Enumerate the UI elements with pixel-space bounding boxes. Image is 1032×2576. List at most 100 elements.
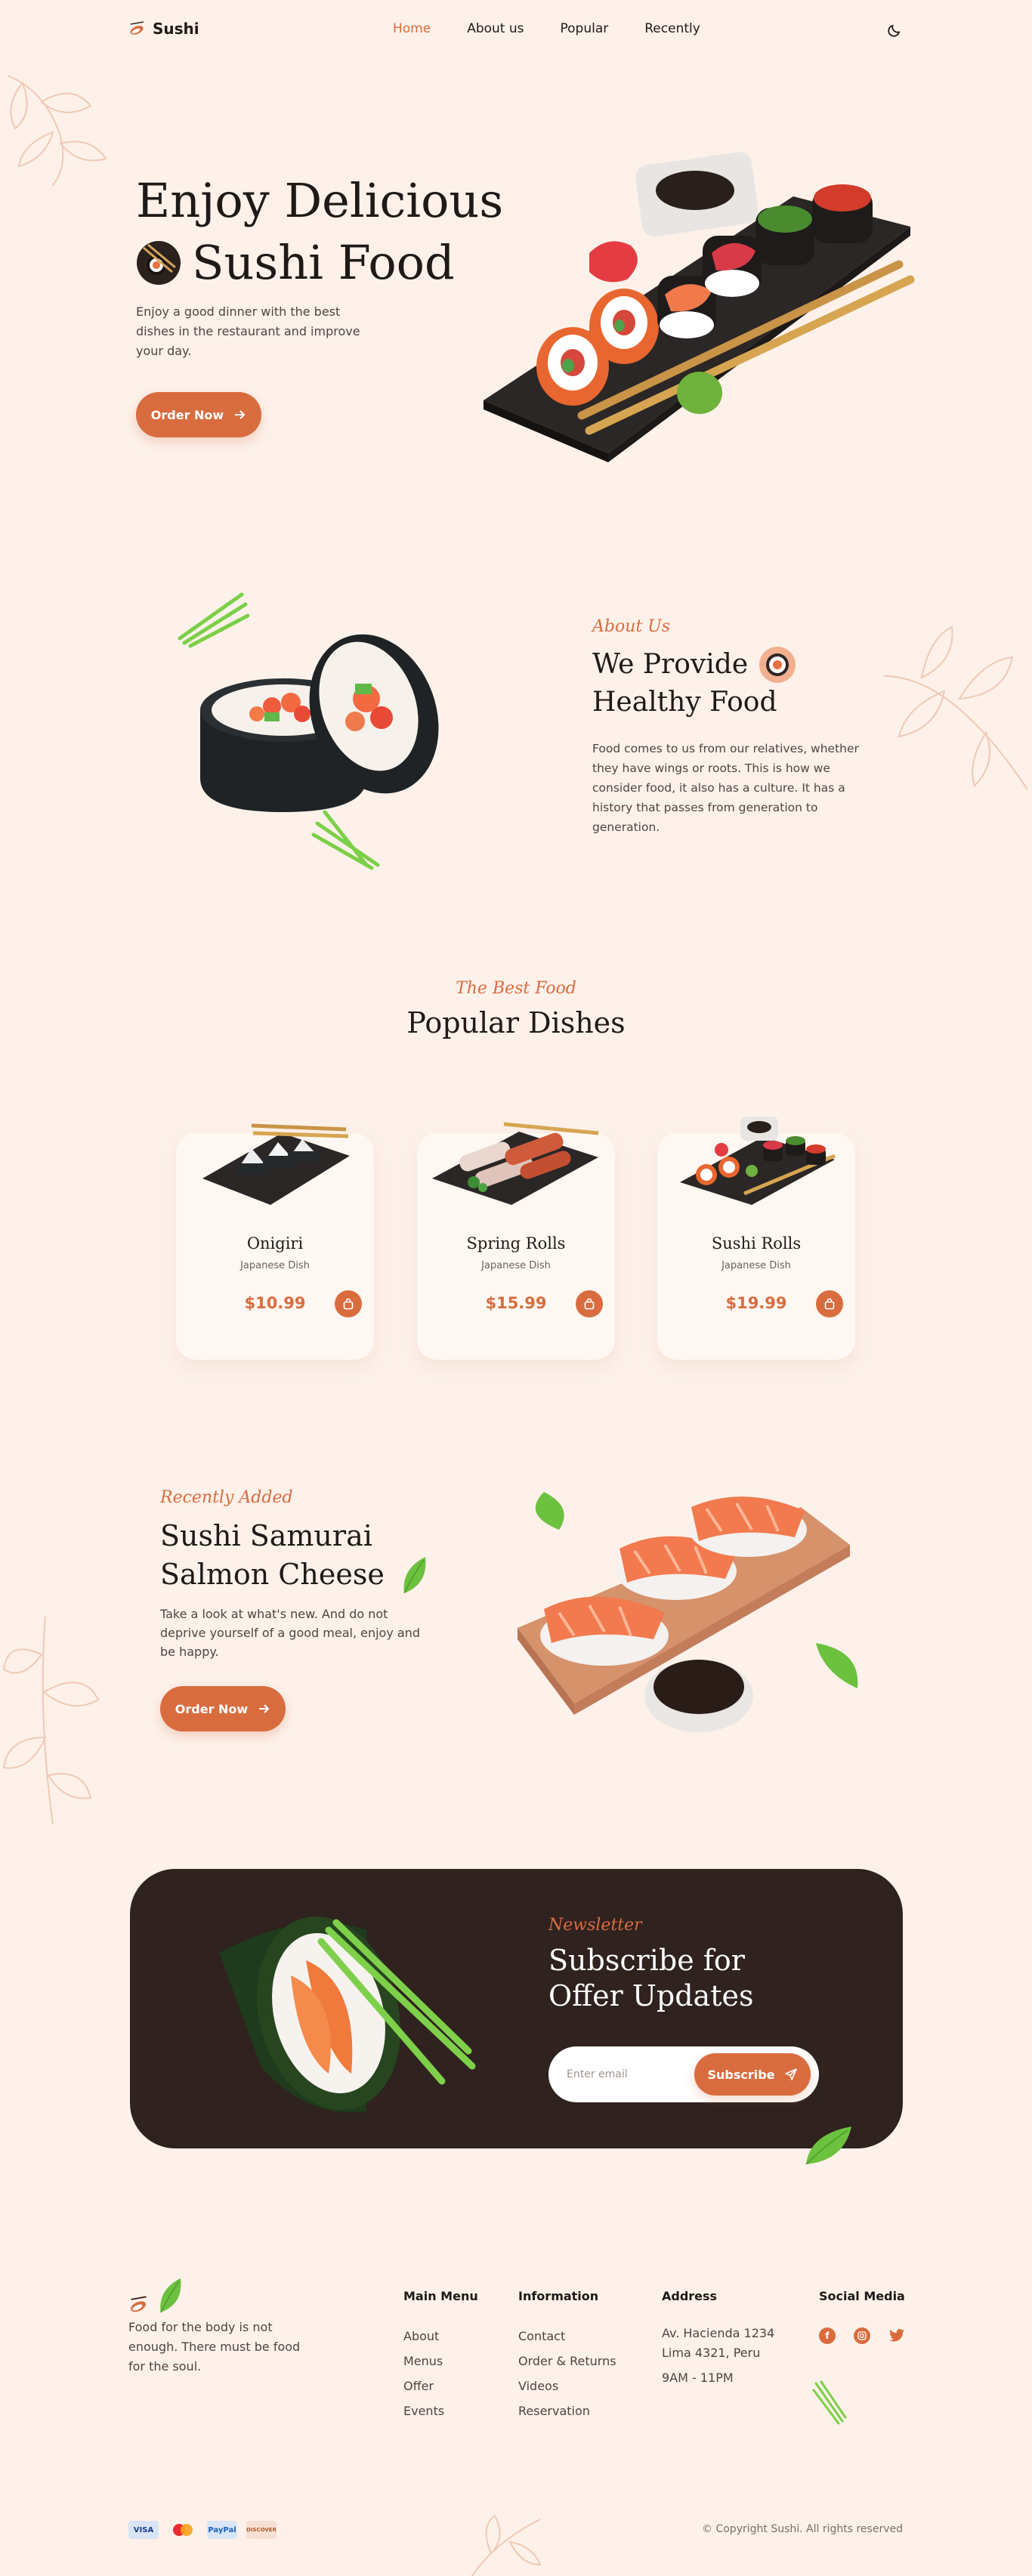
popular-title: Popular Dishes bbox=[406, 1006, 626, 1039]
address-line2: Lima 4321, Peru bbox=[662, 2346, 761, 2360]
footer-heading-information: Information bbox=[518, 2289, 599, 2303]
nav-item-recently[interactable]: Recently bbox=[644, 21, 700, 36]
footer-link-order-returns[interactable]: Order & Returns bbox=[518, 2349, 616, 2374]
email-input[interactable] bbox=[567, 2063, 695, 2086]
twitter-icon[interactable] bbox=[888, 2327, 905, 2344]
dish-card-sushi-rolls[interactable]: Sushi Rolls Japanese Dish $19.99 bbox=[657, 1117, 855, 1360]
brand-logo[interactable]: Sushi bbox=[128, 20, 199, 38]
paypal-icon: PayPal bbox=[207, 2521, 237, 2539]
leaf-decoration-left bbox=[2, 1616, 100, 1825]
subscribe-button[interactable]: Subscribe bbox=[694, 2053, 811, 2096]
moon-icon[interactable] bbox=[885, 21, 904, 39]
arrow-right-icon bbox=[259, 1704, 270, 1713]
about-title: We Provide Healthy Food bbox=[592, 646, 796, 721]
add-to-cart-button[interactable] bbox=[816, 1290, 843, 1317]
add-to-cart-button[interactable] bbox=[335, 1290, 362, 1317]
instagram-icon[interactable] bbox=[854, 2327, 870, 2344]
newsletter-form: Subscribe bbox=[548, 2046, 819, 2102]
hero-order-now-button[interactable]: Order Now bbox=[136, 392, 261, 437]
leaf-icon bbox=[403, 1557, 426, 1594]
recently-title-line2: Salmon Cheese bbox=[160, 1558, 385, 1591]
sushi-logo-icon bbox=[130, 21, 144, 35]
hero-description: Enjoy a good dinner with the best dishes… bbox=[136, 304, 360, 358]
dish-card-onigiri[interactable]: Onigiri Japanese Dish $10.99 bbox=[176, 1123, 374, 1360]
payment-methods: VISA PayPal DISCOVER bbox=[128, 2521, 277, 2539]
dish-name: Spring Rolls bbox=[466, 1234, 566, 1252]
salmon-nigiri-board-image bbox=[518, 1492, 858, 1732]
dish-category: Japanese Dish bbox=[240, 1260, 310, 1271]
nav-item-about[interactable]: About us bbox=[467, 21, 524, 36]
about-title-line2: Healthy Food bbox=[592, 687, 777, 718]
dish-name: Onigiri bbox=[246, 1234, 304, 1252]
footer-main-menu-list: About Menus Offer Events bbox=[403, 2324, 444, 2423]
shopping-bag-icon bbox=[343, 1298, 354, 1310]
arrow-right-icon bbox=[235, 410, 246, 419]
dish-category: Japanese Dish bbox=[721, 1260, 791, 1271]
dish-name: Sushi Rolls bbox=[711, 1234, 802, 1252]
hero-title-line2: Sushi Food bbox=[192, 235, 455, 290]
sushi-chopsticks-icon bbox=[137, 241, 181, 285]
social-icons: f bbox=[819, 2327, 905, 2344]
footer-heading-address: Address bbox=[662, 2289, 718, 2303]
discover-card-icon: DISCOVER bbox=[246, 2521, 277, 2539]
newsletter-title: Subscribe for Offer Updates bbox=[548, 1943, 753, 2014]
dish-card-spring-rolls[interactable]: Spring Rolls Japanese Dish $15.99 bbox=[417, 1122, 615, 1360]
mastercard-icon bbox=[168, 2521, 198, 2539]
sushi-logo-icon bbox=[131, 2296, 147, 2312]
footer-logo[interactable] bbox=[128, 2275, 184, 2315]
footer-link-videos[interactable]: Videos bbox=[518, 2374, 616, 2398]
footer-information-list: Contact Order & Returns Videos Reservati… bbox=[518, 2324, 616, 2423]
leaf-decoration-bottom bbox=[471, 2514, 542, 2576]
leaf-decoration-top-left bbox=[7, 75, 107, 186]
footer-link-offer[interactable]: Offer bbox=[403, 2374, 444, 2398]
leaf-decoration-right bbox=[883, 625, 1028, 790]
sushi-rolls-image bbox=[178, 592, 439, 870]
subscribe-label: Subscribe bbox=[707, 2067, 775, 2082]
footer-description: Food for the body is not enough. There m… bbox=[128, 2320, 301, 2374]
add-to-cart-button[interactable] bbox=[576, 1290, 603, 1317]
visa-card-icon: VISA bbox=[128, 2521, 159, 2539]
footer-heading-main-menu: Main Menu bbox=[403, 2289, 478, 2303]
main-nav: Home About us Popular Recently bbox=[393, 21, 700, 36]
footer-heading-social: Social Media bbox=[819, 2289, 905, 2303]
sushi-rolls-dish-image bbox=[680, 1117, 836, 1205]
recently-order-now-button[interactable]: Order Now bbox=[160, 1686, 286, 1731]
green-onion-decoration bbox=[812, 2380, 847, 2425]
leaf-decoration-newsletter bbox=[805, 2127, 851, 2165]
hero-title: Enjoy Delicious Sushi Food bbox=[136, 170, 503, 294]
opening-hours: 9AM - 11PM bbox=[662, 2371, 734, 2385]
shopping-bag-icon bbox=[824, 1298, 835, 1310]
shopping-bag-icon bbox=[584, 1298, 595, 1310]
about-title-line1: We Provide bbox=[592, 649, 749, 680]
sushi-platter-image bbox=[484, 152, 915, 462]
popular-subtitle: The Best Food bbox=[456, 979, 576, 998]
brand-name: Sushi bbox=[153, 20, 199, 38]
footer-link-contact[interactable]: Contact bbox=[518, 2324, 616, 2349]
hero-order-now-label: Order Now bbox=[150, 407, 224, 422]
nav-item-popular[interactable]: Popular bbox=[561, 21, 609, 36]
footer-link-about[interactable]: About bbox=[403, 2324, 444, 2349]
footer-link-events[interactable]: Events bbox=[403, 2398, 444, 2423]
temaki-sushi-image bbox=[219, 1917, 476, 2113]
footer-link-reservation[interactable]: Reservation bbox=[518, 2398, 616, 2423]
dish-category: Japanese Dish bbox=[481, 1260, 551, 1271]
address-line1: Av. Hacienda 1234 bbox=[662, 2326, 775, 2340]
facebook-icon[interactable]: f bbox=[819, 2327, 836, 2344]
newsletter-title-line1: Subscribe for bbox=[548, 1944, 745, 1977]
sushi-piece-icon bbox=[759, 647, 796, 683]
leaf-icon bbox=[160, 2278, 181, 2313]
recently-subtitle: Recently Added bbox=[160, 1488, 293, 1507]
recently-title-line1: Sushi Samurai bbox=[160, 1519, 372, 1552]
about-subtitle: About Us bbox=[592, 617, 671, 636]
newsletter-subtitle: Newsletter bbox=[548, 1916, 642, 1935]
about-description: Food comes to us from our relatives, whe… bbox=[592, 742, 859, 834]
send-icon bbox=[784, 2068, 797, 2080]
hero-title-line1: Enjoy Delicious bbox=[136, 173, 504, 228]
footer-link-menus[interactable]: Menus bbox=[403, 2349, 444, 2374]
recently-order-now-label: Order Now bbox=[175, 1701, 249, 1716]
nav-item-home[interactable]: Home bbox=[393, 21, 431, 36]
footer-address: Av. Hacienda 1234 Lima 4321, Peru 9AM - … bbox=[662, 2324, 774, 2388]
copyright-text: © Copyright Sushi. All rights reserved bbox=[702, 2523, 903, 2535]
onigiri-image bbox=[202, 1123, 350, 1205]
recently-description: Take a look at what's new. And do not de… bbox=[160, 1607, 420, 1659]
